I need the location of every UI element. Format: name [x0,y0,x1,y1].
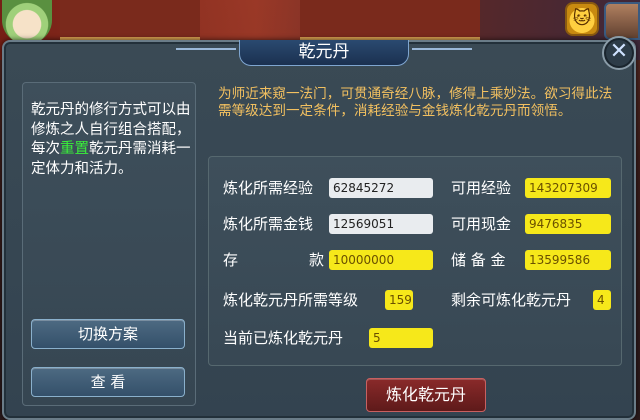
roof-decoration [60,0,200,40]
cat-face-icon[interactable]: 🐱 [565,2,599,36]
exp-available-value: 143207309 [525,178,611,198]
dialog-title: 乾元丹 [176,40,472,66]
switch-plan-button[interactable]: 切换方案 [31,319,185,349]
remaining-value: 4 [593,290,611,310]
description-text: 乾元丹的修行方式可以由修炼之人自行组合搭配，每次重置乾元丹需消耗一定体力和活力。 [31,101,191,179]
deposit-value: 10000000 [329,250,433,270]
level-required-value: 159 [385,290,413,310]
deposit-label-a: 存 [223,251,239,269]
remaining-label: 剩余可炼化乾元丹 [451,291,572,309]
exp-required-value: 62845272 [329,178,433,198]
current-value: 5 [369,328,433,348]
intro-text: 为师近来窥一法门，可贯通奇经八脉，修得上乘妙法。欲习得此法需等级达到一定条件，消… [218,86,613,119]
cash-available-label: 可用现金 [451,215,512,233]
player-avatar[interactable] [2,0,52,44]
qianyuandan-dialog: 乾元丹 ✕ 乾元丹的修行方式可以由修炼之人自行组合搭配，每次重置乾元丹需消耗一定… [2,36,636,420]
view-button[interactable]: 查 看 [31,367,185,397]
cash-available-value: 9476835 [525,214,611,234]
exp-available-label: 可用经验 [451,179,512,197]
description-panel: 乾元丹的修行方式可以由修炼之人自行组合搭配，每次重置乾元丹需消耗一定体力和活力。… [22,82,196,406]
roof-decoration [300,0,480,40]
refine-button[interactable]: 炼化乾元丹 [366,378,486,412]
exp-required-label: 炼化所需经验 [223,179,314,197]
reserve-label: 储 备 金 [451,251,506,269]
money-required-value: 12569051 [329,214,433,234]
close-button[interactable]: ✕ [602,36,636,70]
reserve-value: 13599586 [525,250,611,270]
npc-avatar[interactable] [604,2,640,40]
description-highlight: 重置 [60,141,89,157]
stats-panel: 炼化所需经验 62845272 可用经验 143207309 炼化所需金钱 12… [208,156,622,366]
deposit-label-b: 款 [309,251,325,269]
current-label: 当前已炼化乾元丹 [223,329,344,347]
money-required-label: 炼化所需金钱 [223,215,314,233]
level-required-label: 炼化乾元丹所需等级 [223,291,359,309]
